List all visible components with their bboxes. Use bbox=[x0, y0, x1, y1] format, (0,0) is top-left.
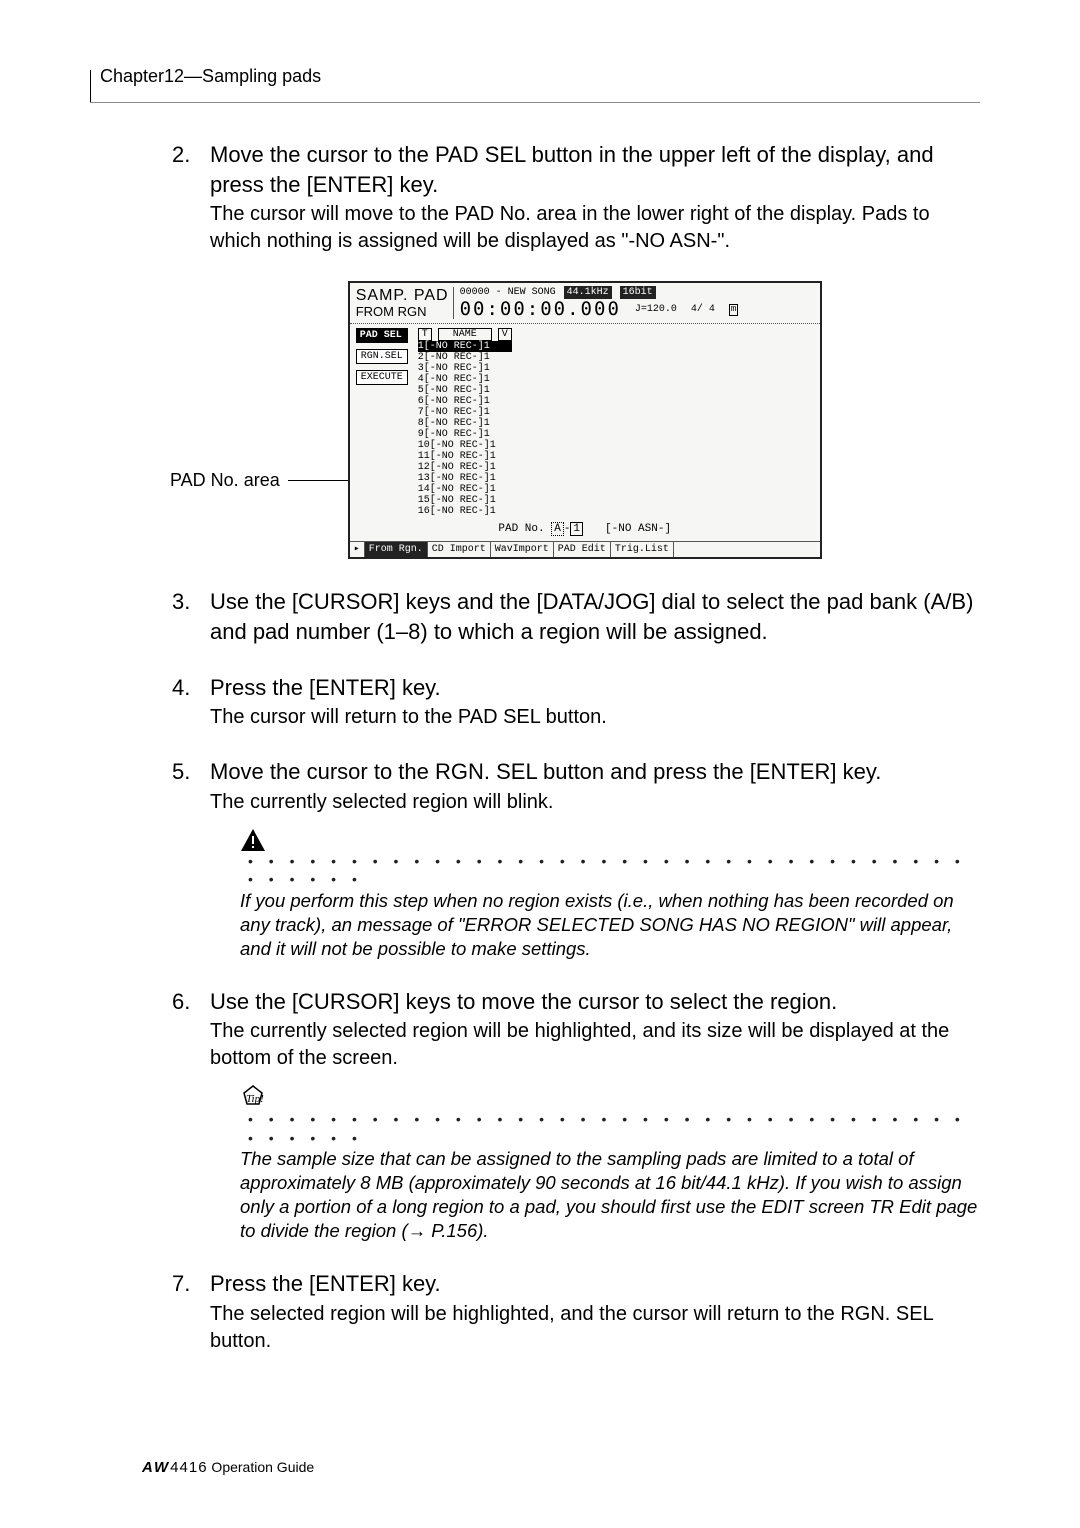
step-number-4: 4. bbox=[172, 673, 190, 703]
step-number-3: 3. bbox=[172, 587, 190, 617]
footer-model: 4416 bbox=[170, 1459, 207, 1476]
step-7-head: Press the [ENTER] key. bbox=[210, 1269, 980, 1299]
lcd-time: 00:00:00.000 bbox=[460, 299, 621, 320]
warning-icon bbox=[240, 828, 266, 852]
tab-pad-edit[interactable]: PAD Edit bbox=[554, 542, 611, 557]
list-row: 12[-NO REC-]1 bbox=[418, 462, 512, 473]
lcd-title-small: FROM RGN bbox=[356, 305, 449, 319]
warning-note: • • • • • • • • • • • • • • • • • • • • … bbox=[240, 828, 980, 961]
footer: AW4416 Operation Guide bbox=[142, 1458, 314, 1478]
list-row: 10[-NO REC-]1 bbox=[418, 440, 512, 451]
rgn-sel-button[interactable]: RGN.SEL bbox=[356, 349, 408, 364]
pad-no-area[interactable]: PAD No. A-1 [-NO ASN-] bbox=[350, 519, 820, 541]
lcd-bit: 16bit bbox=[620, 286, 656, 299]
footer-doc: Operation Guide bbox=[208, 1459, 315, 1475]
step-5-head: Move the cursor to the RGN. SEL button a… bbox=[210, 757, 980, 787]
list-row: 8[-NO REC-]1 bbox=[418, 418, 512, 429]
dots: • • • • • • • • • • • • • • • • • • • • … bbox=[248, 852, 980, 888]
tab-wav-import[interactable]: WavImport bbox=[491, 542, 554, 557]
step-number-7: 7. bbox=[172, 1269, 190, 1299]
svg-text:Tip!: Tip! bbox=[246, 1093, 264, 1105]
tab-cd-import[interactable]: CD Import bbox=[428, 542, 491, 557]
list-row: 1[-NO REC-]1 bbox=[418, 341, 512, 352]
callout-pad-no: PAD No. area bbox=[170, 468, 280, 492]
tab-from-rgn[interactable]: From Rgn. bbox=[365, 542, 428, 557]
tip-text: The sample size that can be assigned to … bbox=[240, 1148, 977, 1241]
chapter-header: Chapter12—Sampling pads bbox=[100, 64, 321, 88]
lcd-tempo: J=120.0 bbox=[635, 304, 677, 315]
list-row: 7[-NO REC-]1 bbox=[418, 407, 512, 418]
step-6-body: The currently selected region will be hi… bbox=[210, 1018, 980, 1072]
execute-button[interactable]: EXECUTE bbox=[356, 370, 408, 385]
list-row: 2[-NO REC-]1 bbox=[418, 352, 512, 363]
col-t: T bbox=[418, 328, 432, 341]
step-6-head: Use the [CURSOR] keys to move the cursor… bbox=[210, 987, 980, 1017]
step-2-head: Move the cursor to the PAD SEL button in… bbox=[210, 140, 980, 199]
lcd-song: 00000 - NEW SONG bbox=[460, 287, 556, 298]
list-row: 6[-NO REC-]1 bbox=[418, 396, 512, 407]
list-row: 11[-NO REC-]1 bbox=[418, 451, 512, 462]
lcd-bars: 4/ 4 bbox=[691, 304, 715, 315]
list-row: 13[-NO REC-]1 bbox=[418, 473, 512, 484]
padno-bank[interactable]: A bbox=[551, 522, 564, 536]
list-row: 4[-NO REC-]1 bbox=[418, 374, 512, 385]
lcd-display: SAMP. PAD FROM RGN 00000 - NEW SONG 44.1… bbox=[348, 281, 822, 559]
list-row: 14[-NO REC-]1 bbox=[418, 484, 512, 495]
header-divider bbox=[90, 102, 980, 103]
step-4-body: The cursor will return to the PAD SEL bu… bbox=[210, 704, 980, 731]
col-name: NAME bbox=[438, 328, 492, 341]
footer-logo: AW bbox=[142, 1459, 170, 1476]
lcd-title-big: SAMP. PAD bbox=[356, 287, 449, 305]
header-rule bbox=[90, 70, 91, 102]
list-row: 5[-NO REC-]1 bbox=[418, 385, 512, 396]
tip-note: Tip! • • • • • • • • • • • • • • • • • •… bbox=[240, 1084, 980, 1243]
list-row: 9[-NO REC-]1 bbox=[418, 429, 512, 440]
step-4-head: Press the [ENTER] key. bbox=[210, 673, 980, 703]
dots: • • • • • • • • • • • • • • • • • • • • … bbox=[248, 1110, 980, 1146]
list-row: 3[-NO REC-]1 bbox=[418, 363, 512, 374]
step-2-body: The cursor will move to the PAD No. area… bbox=[210, 201, 980, 255]
list-row: 15[-NO REC-]1 bbox=[418, 495, 512, 506]
step-number-5: 5. bbox=[172, 757, 190, 787]
padno-number[interactable]: 1 bbox=[570, 522, 583, 536]
tab-trig-list[interactable]: Trig.List bbox=[611, 542, 674, 557]
list-row: 16[-NO REC-]1 bbox=[418, 506, 512, 517]
step-5-body: The currently selected region will blink… bbox=[210, 789, 980, 816]
col-v: V bbox=[498, 328, 512, 341]
region-list: T NAME V 1[-NO REC-]1 2[-NO REC-]1 3[-NO… bbox=[418, 328, 512, 517]
step-3-head: Use the [CURSOR] keys and the [DATA/JOG]… bbox=[210, 587, 980, 646]
lcd-screenshot: PAD No. area SAMP. PAD FROM RGN 00000 - … bbox=[170, 281, 980, 559]
tip-icon: Tip! bbox=[240, 1084, 266, 1110]
tab-arrow-icon[interactable]: ▸ bbox=[350, 542, 365, 557]
pad-sel-button[interactable]: PAD SEL bbox=[356, 328, 408, 343]
step-7-body: The selected region will be highlighted,… bbox=[210, 1301, 980, 1355]
padno-asn: [-NO ASN-] bbox=[605, 523, 671, 535]
warning-text: If you perform this step when no region … bbox=[240, 890, 954, 959]
midi-icon: m bbox=[729, 304, 738, 316]
padno-label: PAD No. bbox=[498, 523, 544, 535]
step-number-6: 6. bbox=[172, 987, 190, 1017]
step-number-2: 2. bbox=[172, 140, 190, 170]
lcd-tabs: ▸ From Rgn. CD Import WavImport PAD Edit… bbox=[350, 541, 820, 557]
